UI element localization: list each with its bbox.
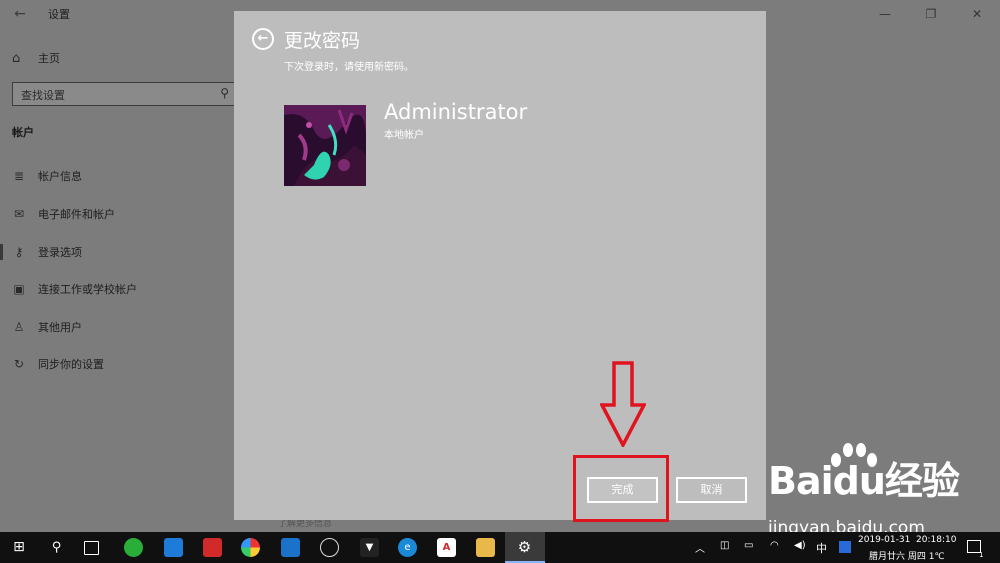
nav-item-label: 其他用户	[38, 321, 82, 334]
volume-icon[interactable]: ◀)	[794, 540, 806, 551]
nav-item-label: 登录选项	[38, 246, 82, 259]
nav-item-sync-settings[interactable]: ↻ 同步你的设置	[0, 353, 234, 375]
paw-icon	[831, 443, 877, 467]
wechat-icon[interactable]	[124, 538, 143, 557]
fox-app-icon[interactable]: ▼	[360, 538, 379, 557]
search-icon[interactable]: ⚲	[220, 86, 229, 100]
settings-icon[interactable]: ⚙	[515, 538, 534, 557]
annotation-highlight-box	[573, 455, 669, 522]
time-text: 20:18:10	[916, 535, 957, 545]
key-icon: ⚷	[14, 245, 24, 259]
mail-icon: ✉	[13, 207, 25, 221]
search-icon[interactable]: ⚲	[47, 538, 66, 557]
search-input[interactable]: 查找设置	[21, 87, 65, 103]
dialog-title: 更改密码	[284, 30, 361, 52]
annotation-arrow-icon	[600, 361, 646, 447]
nav-item-label: 连接工作或学校帐户	[38, 283, 137, 296]
maximize-button[interactable]: ❐	[908, 0, 954, 28]
person-card-icon: ≣	[13, 169, 25, 183]
it-app-icon[interactable]	[203, 538, 222, 557]
color-app-icon[interactable]	[241, 538, 260, 557]
account-type: 本地帐户	[384, 130, 424, 141]
mail-app-icon[interactable]	[164, 538, 183, 557]
watermark-logo-text: 经验	[884, 459, 960, 503]
minimize-button[interactable]: —	[862, 0, 908, 28]
chevron-up-icon[interactable]: ︿	[695, 540, 705, 555]
search-box[interactable]: 查找设置 ⚲	[12, 82, 236, 106]
task-view-icon[interactable]	[84, 541, 99, 555]
wifi-icon[interactable]: ◠	[770, 540, 779, 551]
qq-icon[interactable]	[320, 538, 339, 557]
window-title: 设置	[48, 8, 70, 21]
cancel-button[interactable]: 取消	[676, 477, 747, 503]
nav-item-label: 帐户信息	[38, 170, 82, 183]
baidu-watermark: Baidu经验 jingyan.baidu.com	[768, 443, 1000, 545]
close-button[interactable]: ✕	[954, 0, 1000, 28]
notification-count: 1	[979, 551, 984, 559]
home-nav-item[interactable]: ⌂ 主页	[12, 48, 60, 68]
clock-lunar[interactable]: 腊月廿六 周四 1℃	[869, 549, 945, 562]
dialog-subtitle: 下次登录时，请使用新密码。	[284, 62, 414, 73]
taskbar: ⊞ ⚲ ▼ e A ⚙ ︿ ◫ ▭ ◠ ◀) 中 2019-01-31 20:1…	[0, 532, 1000, 563]
nav-item-account-info[interactable]: ≣ 帐户信息	[0, 165, 234, 187]
nav-item-other-users[interactable]: ♙ 其他用户	[0, 316, 234, 338]
ime-indicator[interactable]: 中	[816, 540, 827, 556]
account-avatar	[284, 105, 366, 186]
nav-item-label: 电子邮件和帐户	[38, 208, 115, 221]
nav-item-label: 同步你的设置	[38, 358, 104, 371]
person-icon: ♙	[13, 320, 25, 334]
section-title: 帐户	[12, 126, 34, 139]
nav-item-work-school[interactable]: ▣ 连接工作或学校帐户	[0, 278, 234, 300]
account-name: Administrator	[384, 100, 528, 124]
sync-icon: ↻	[13, 357, 25, 371]
clock-date[interactable]: 2019-01-31 20:18:10	[858, 535, 956, 545]
windows-start-icon[interactable]: ⊞	[0, 532, 38, 563]
pdf-app-icon[interactable]: A	[437, 538, 456, 557]
back-circle-icon[interactable]: ←	[252, 28, 274, 50]
briefcase-icon: ▣	[13, 282, 25, 296]
watermark-logo-text: Bai	[768, 459, 834, 503]
nav-item-sign-in-options[interactable]: ⚷ 登录选项	[0, 241, 234, 263]
file-explorer-icon[interactable]	[476, 538, 495, 557]
network-app-icon[interactable]: ◫	[720, 540, 729, 551]
back-arrow-icon[interactable]: ←	[10, 4, 30, 24]
change-password-dialog: ← 更改密码 下次登录时，请使用新密码。 Administrator 本地帐户 …	[234, 11, 766, 520]
nav-item-email-accounts[interactable]: ✉ 电子邮件和帐户	[0, 203, 234, 225]
window-controls: — ❐ ✕	[862, 0, 1000, 28]
calendar-app-icon[interactable]	[281, 538, 300, 557]
home-icon: ⌂	[12, 50, 21, 66]
battery-icon[interactable]: ▭	[744, 540, 753, 551]
date-text: 2019-01-31	[858, 535, 911, 545]
input-app-icon[interactable]	[839, 541, 851, 553]
home-label: 主页	[38, 52, 60, 65]
ie-icon[interactable]: e	[398, 538, 417, 557]
